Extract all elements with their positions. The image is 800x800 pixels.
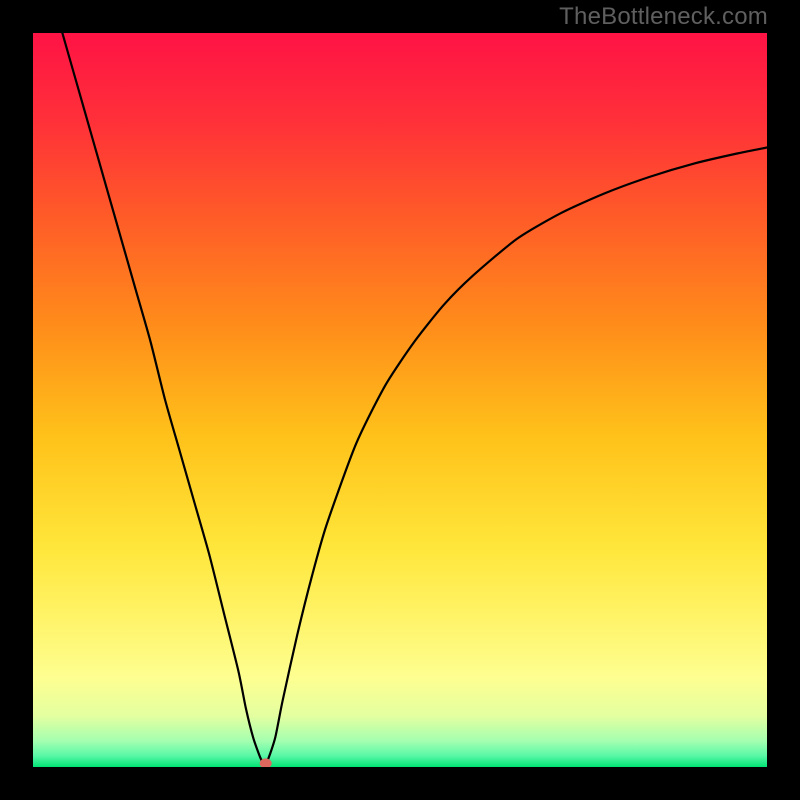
watermark-text: TheBottleneck.com — [559, 3, 768, 31]
plot-svg — [33, 33, 767, 767]
chart-frame: TheBottleneck.com — [0, 0, 800, 800]
gradient-background — [33, 33, 767, 767]
plot-area — [33, 33, 767, 767]
